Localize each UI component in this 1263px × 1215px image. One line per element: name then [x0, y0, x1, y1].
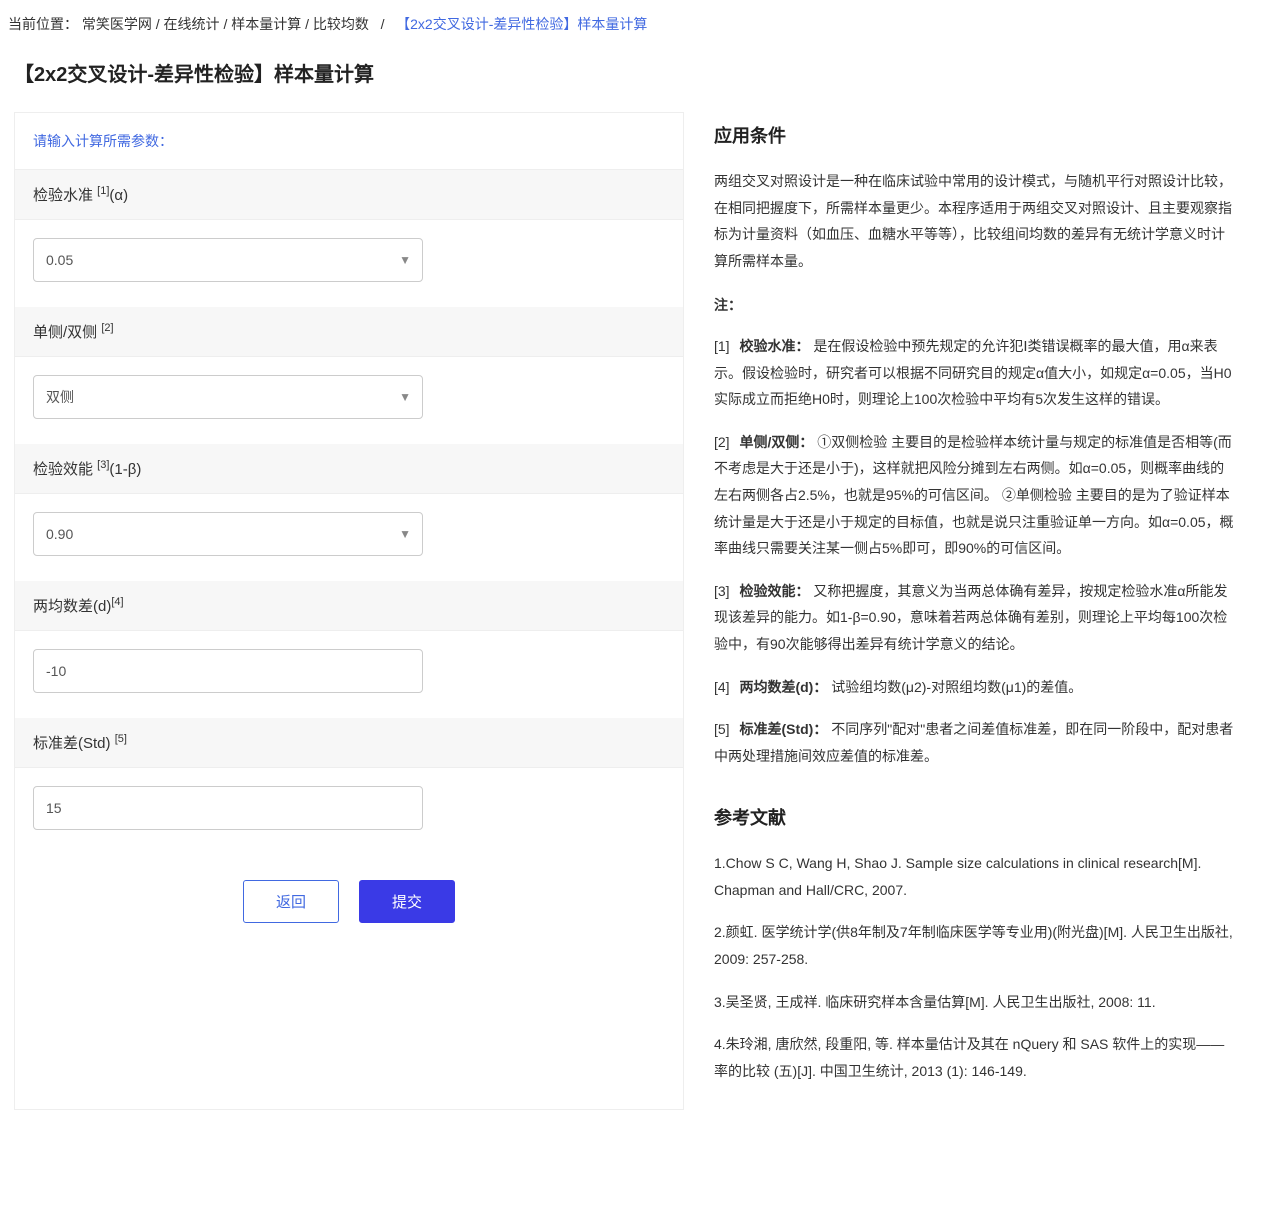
note-3: [3] 检验效能： 又称把握度，其意义为当两总体确有差异，按规定检验水准α所能发… — [714, 578, 1234, 658]
side-select[interactable]: 双侧 — [33, 375, 423, 419]
breadcrumb-prefix: 当前位置： — [8, 16, 78, 32]
label-side-pre: 单侧/双侧 — [33, 324, 101, 341]
page-title: 【2x2交叉设计-差异性检验】样本量计算 — [8, 58, 1255, 87]
note-term: 校验水准： — [739, 338, 809, 354]
ref-2: 2.颜虹. 医学统计学(供8年制及7年制临床医学等专业用)(附光盘)[M]. 人… — [714, 919, 1234, 972]
power-select[interactable]: 0.90 — [33, 512, 423, 556]
label-std: 标准差(Std) [5] — [15, 718, 683, 768]
submit-button[interactable]: 提交 — [359, 880, 455, 923]
info-panel: 应用条件 两组交叉对照设计是一种在临床试验中常用的设计模式，与随机平行对照设计比… — [714, 112, 1249, 1110]
note-term: 检验效能： — [739, 583, 809, 599]
breadcrumb: 当前位置： 常笑医学网 / 在线统计 / 样本量计算 / 比较均数 / 【2x2… — [8, 10, 1255, 38]
label-meandiff-pre: 两均数差(d) — [33, 598, 111, 615]
note-idx: [2] — [714, 434, 730, 450]
note-1: [1] 校验水准： 是在假设检验中预先规定的允许犯Ⅰ类错误概率的最大值，用α来表… — [714, 333, 1234, 413]
note-label: 注： — [714, 292, 1234, 319]
heading-conditions: 应用条件 — [714, 122, 1234, 148]
note-term: 两均数差(d)： — [739, 679, 827, 695]
label-meandiff-sup: [4] — [111, 596, 123, 608]
label-alpha-sup: [1] — [97, 185, 109, 197]
label-std-pre: 标准差(Std) — [33, 735, 115, 752]
heading-refs: 参考文献 — [714, 804, 1234, 830]
back-button[interactable]: 返回 — [243, 880, 339, 923]
conditions-text: 两组交叉对照设计是一种在临床试验中常用的设计模式，与随机平行对照设计比较，在相同… — [714, 168, 1234, 274]
label-power-sup: [3] — [97, 459, 109, 471]
breadcrumb-path: 常笑医学网 / 在线统计 / 样本量计算 / 比较均数 — [82, 16, 369, 32]
label-alpha-pre: 检验水准 — [33, 187, 97, 204]
ref-3: 3.吴圣贤, 王成祥. 临床研究样本含量估算[M]. 人民卫生出版社, 2008… — [714, 989, 1234, 1016]
label-power: 检验效能 [3](1-β) — [15, 444, 683, 494]
std-input[interactable] — [33, 786, 423, 830]
label-alpha-post: (α) — [109, 187, 128, 204]
label-std-sup: [5] — [115, 733, 127, 745]
form-panel: 请输入计算所需参数： 检验水准 [1](α) 0.05 ▼ 单侧/双侧 [2] — [14, 112, 684, 1110]
note-term: 单侧/双侧： — [739, 434, 813, 450]
breadcrumb-current[interactable]: 【2x2交叉设计-差异性检验】样本量计算 — [396, 16, 647, 32]
note-idx: [1] — [714, 338, 730, 354]
note-body: ①双侧检验 主要目的是检验样本统计量与规定的标准值是否相等(而不考虑是大于还是小… — [714, 434, 1234, 556]
label-side: 单侧/双侧 [2] — [15, 307, 683, 357]
note-idx: [3] — [714, 583, 730, 599]
breadcrumb-sep: / — [381, 16, 385, 32]
note-idx: [5] — [714, 721, 730, 737]
note-2: [2] 单侧/双侧： ①双侧检验 主要目的是检验样本统计量与规定的标准值是否相等… — [714, 429, 1234, 562]
label-power-post: (1-β) — [109, 461, 141, 478]
label-alpha: 检验水准 [1](α) — [15, 170, 683, 220]
alpha-select[interactable]: 0.05 — [33, 238, 423, 282]
meandiff-input[interactable] — [33, 649, 423, 693]
note-term: 标准差(Std)： — [739, 721, 827, 737]
ref-4: 4.朱玲湘, 唐欣然, 段重阳, 等. 样本量估计及其在 nQuery 和 SA… — [714, 1031, 1234, 1084]
ref-1: 1.Chow S C, Wang H, Shao J. Sample size … — [714, 850, 1234, 903]
form-prompt: 请输入计算所需参数： — [15, 113, 683, 170]
label-side-sup: [2] — [101, 322, 113, 334]
note-4: [4] 两均数差(d)： 试验组均数(μ2)-对照组均数(μ1)的差值。 — [714, 674, 1234, 701]
label-meandiff: 两均数差(d)[4] — [15, 581, 683, 631]
note-5: [5] 标准差(Std)： 不同序列"配对"患者之间差值标准差，即在同一阶段中，… — [714, 716, 1234, 769]
note-body: 试验组均数(μ2)-对照组均数(μ1)的差值。 — [831, 679, 1082, 695]
label-power-pre: 检验效能 — [33, 461, 97, 478]
note-idx: [4] — [714, 679, 730, 695]
